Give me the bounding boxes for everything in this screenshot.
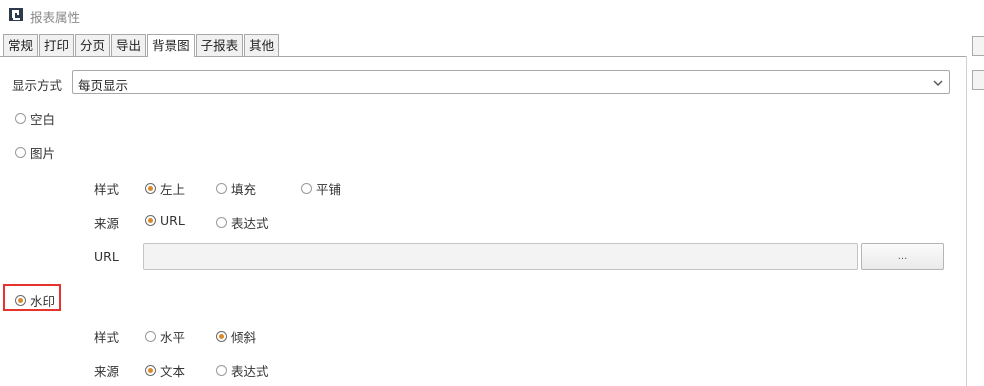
- radio-url-dot[interactable]: [145, 215, 156, 226]
- watermark-source-label: 来源: [94, 364, 120, 379]
- radio-text-dot[interactable]: [145, 365, 156, 376]
- tab-other[interactable]: 其他: [244, 34, 280, 56]
- radio-image-style-top-left[interactable]: 左上: [145, 179, 185, 198]
- radio-expression-label: 表达式: [231, 216, 269, 231]
- url-input[interactable]: [143, 243, 858, 270]
- radio-watermark-dot[interactable]: [15, 295, 26, 306]
- display-mode-label: 显示方式: [12, 78, 63, 93]
- radio-wm-expression-dot[interactable]: [216, 365, 227, 376]
- radio-horizontal-label: 水平: [160, 330, 186, 345]
- radio-image-source-expression[interactable]: 表达式: [216, 213, 269, 232]
- radio-image-style-fill[interactable]: 填充: [216, 179, 256, 198]
- radio-url-label: URL: [160, 213, 185, 228]
- radio-blank-label: 空白: [30, 112, 56, 127]
- radio-blank[interactable]: 空白: [15, 109, 55, 128]
- display-mode-value: 每页显示: [78, 78, 129, 93]
- side-scroll-button-top[interactable]: [972, 36, 984, 56]
- display-mode-select[interactable]: 每页显示: [72, 70, 950, 94]
- radio-top-left-label: 左上: [160, 182, 186, 197]
- side-scroll-button-bottom[interactable]: [972, 70, 984, 90]
- radio-watermark-source-text[interactable]: 文本: [145, 361, 185, 380]
- radio-wm-expression-label: 表达式: [231, 364, 269, 379]
- url-label: URL: [94, 249, 119, 264]
- radio-fill-label: 填充: [231, 182, 257, 197]
- browse-button[interactable]: ...: [861, 243, 944, 270]
- radio-tile-label: 平铺: [316, 182, 342, 197]
- chevron-down-icon: [933, 80, 943, 86]
- watermark-style-label: 样式: [94, 330, 120, 345]
- radio-image-style-tile[interactable]: 平铺: [301, 179, 341, 198]
- radio-image-label: 图片: [30, 146, 56, 161]
- tab-export[interactable]: 导出: [111, 34, 147, 56]
- radio-tile-dot[interactable]: [301, 183, 312, 194]
- tab-background-image[interactable]: 背景图: [147, 34, 195, 57]
- radio-blank-dot[interactable]: [15, 113, 26, 124]
- panel-border: [966, 56, 967, 386]
- radio-watermark-style-horizontal[interactable]: 水平: [145, 327, 185, 346]
- image-source-label: 来源: [94, 216, 120, 231]
- radio-image-dot[interactable]: [15, 147, 26, 158]
- radio-text-label: 文本: [160, 364, 186, 379]
- radio-watermark-source-expression[interactable]: 表达式: [216, 361, 269, 380]
- tab-divider: [0, 56, 966, 57]
- tab-print[interactable]: 打印: [39, 34, 75, 56]
- report-app-icon: [9, 8, 23, 21]
- radio-top-left-dot[interactable]: [145, 183, 156, 194]
- radio-watermark-label: 水印: [30, 294, 56, 309]
- radio-expression-dot[interactable]: [216, 217, 227, 228]
- radio-image-source-url[interactable]: URL: [145, 213, 185, 228]
- tab-general[interactable]: 常规: [3, 34, 39, 56]
- radio-fill-dot[interactable]: [216, 183, 227, 194]
- radio-tilted-dot[interactable]: [216, 331, 227, 342]
- window-title: 报表属性: [30, 10, 81, 25]
- radio-watermark[interactable]: 水印: [15, 291, 55, 310]
- tab-bar: 常规 打印 分页 导出 背景图 子报表 其他: [3, 34, 280, 57]
- radio-horizontal-dot[interactable]: [145, 331, 156, 342]
- radio-tilted-label: 倾斜: [231, 330, 257, 345]
- image-style-label: 样式: [94, 182, 120, 197]
- tab-paging[interactable]: 分页: [75, 34, 111, 56]
- tab-subreport[interactable]: 子报表: [195, 34, 244, 56]
- title-bar: 报表属性: [0, 0, 984, 30]
- radio-watermark-style-tilted[interactable]: 倾斜: [216, 327, 256, 346]
- radio-image[interactable]: 图片: [15, 143, 55, 162]
